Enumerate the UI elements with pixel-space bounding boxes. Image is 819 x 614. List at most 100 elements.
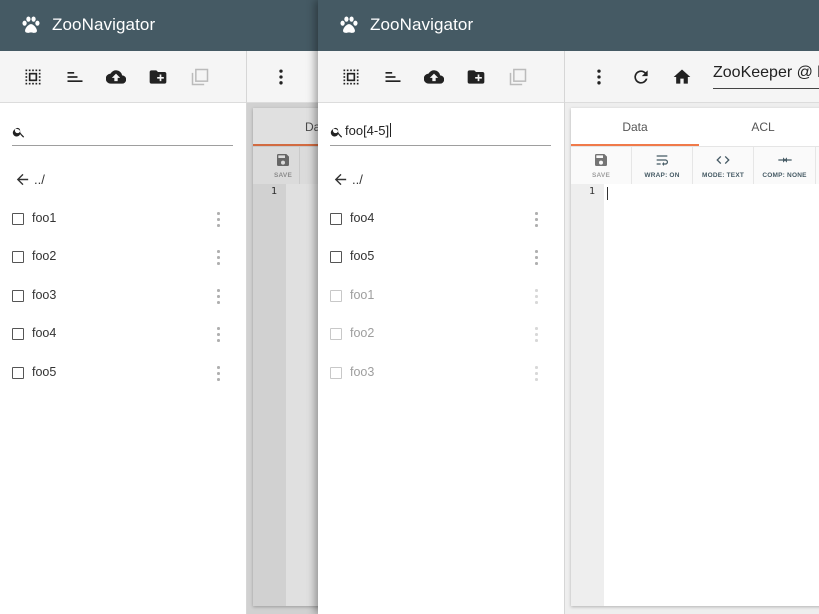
node-label[interactable]: foo4 (350, 211, 374, 225)
line-gutter: 1 (571, 184, 604, 606)
text-caret (607, 187, 608, 200)
list-item[interactable]: foo5 (330, 248, 552, 268)
list-item-filtered: foo1 (330, 287, 552, 307)
node-menu-icon[interactable] (216, 327, 220, 343)
refresh-icon (634, 70, 648, 84)
save-icon (595, 154, 607, 166)
node-label[interactable]: foo1 (32, 211, 56, 225)
node-menu-icon[interactable] (216, 212, 220, 228)
paw-icon (22, 16, 40, 33)
save-label: SAVE (591, 172, 611, 179)
node-menu-icon[interactable] (534, 212, 538, 228)
node-label[interactable]: foo5 (32, 365, 56, 379)
list-item[interactable]: foo4 (12, 325, 232, 345)
sort-button[interactable] (383, 67, 403, 87)
save-button[interactable]: SAVE (571, 147, 632, 184)
wrap-icon (656, 155, 668, 166)
more-vert-icon (279, 69, 283, 85)
app-title: ZooNavigator (52, 15, 156, 34)
checkbox[interactable] (12, 251, 24, 263)
connection-path[interactable]: ZooKeeper @ lo (713, 64, 819, 89)
sort-icon (385, 72, 401, 82)
node-label[interactable]: foo2 (32, 249, 56, 263)
list-item[interactable]: foo1 (12, 210, 232, 230)
more-button[interactable] (589, 67, 609, 87)
checkbox[interactable] (12, 213, 24, 225)
checkbox[interactable] (12, 367, 24, 379)
list-item[interactable]: foo5 (12, 364, 232, 384)
compression-button[interactable]: COMP: NONE (754, 147, 816, 184)
new-node-button[interactable] (466, 67, 486, 87)
list-item-filtered: foo2 (330, 325, 552, 345)
search-input[interactable]: foo[4-5] (345, 123, 392, 138)
checkbox (330, 367, 342, 379)
wrap-label: WRAP: ON (644, 172, 680, 179)
arrow-back-icon (334, 173, 347, 186)
new-folder-icon (467, 70, 485, 84)
comp-label: COMP: NONE (762, 172, 807, 179)
wrap-button[interactable]: WRAP: ON (632, 147, 693, 184)
sort-button[interactable] (65, 67, 85, 87)
home-button[interactable] (672, 67, 692, 87)
code-editor[interactable] (604, 184, 819, 606)
node-menu-icon[interactable] (216, 366, 220, 382)
node-sidebar: ../ foo1 foo2 foo3 foo4 foo5 (0, 103, 246, 614)
editor-shade (247, 103, 318, 614)
select-all-button[interactable] (341, 67, 361, 87)
checkbox (330, 290, 342, 302)
new-node-button[interactable] (148, 67, 168, 87)
copy-button[interactable] (508, 67, 528, 87)
select-all-button[interactable] (23, 67, 43, 87)
sidebar-toolbar (0, 51, 246, 103)
list-item[interactable]: foo3 (12, 287, 232, 307)
select-all-icon (343, 69, 359, 85)
node-menu-icon (534, 289, 538, 305)
list-item-filtered: foo3 (330, 364, 552, 384)
list-item[interactable]: foo4 (330, 210, 552, 230)
checkbox[interactable] (330, 213, 342, 225)
more-vert-icon (597, 69, 601, 85)
search-icon (330, 127, 343, 138)
node-menu-icon[interactable] (534, 250, 538, 266)
app-bar: ZooNavigator (318, 0, 819, 51)
new-folder-icon (149, 70, 167, 84)
copy-button[interactable] (190, 67, 210, 87)
upload-icon (106, 70, 126, 84)
checkbox[interactable] (12, 290, 24, 302)
search-field[interactable] (12, 123, 233, 146)
editor-toolbar: SAVE WRAP: ON MODE: TEXT COMP: NONE (571, 147, 819, 184)
node-label[interactable]: foo3 (32, 288, 56, 302)
main-toolbar: ZooKeeper @ lo (565, 51, 819, 103)
sort-icon (67, 72, 83, 82)
node-menu-icon[interactable] (216, 250, 220, 266)
tab-data[interactable]: Data (571, 108, 699, 146)
select-all-icon (25, 69, 41, 85)
app-title: ZooNavigator (370, 15, 474, 34)
node-menu-icon (534, 366, 538, 382)
list-item[interactable]: foo2 (12, 248, 232, 268)
search-field[interactable]: foo[4-5] (330, 123, 551, 146)
copy-icon (191, 68, 209, 86)
parent-label: ../ (34, 172, 45, 187)
sidebar-toolbar (318, 51, 564, 103)
node-label[interactable]: foo5 (350, 249, 374, 263)
checkbox (330, 328, 342, 340)
checkbox[interactable] (12, 328, 24, 340)
compress-icon (777, 157, 792, 163)
node-label[interactable]: foo4 (32, 326, 56, 340)
more-button[interactable] (271, 67, 291, 87)
node-menu-icon[interactable] (216, 289, 220, 305)
node-menu-icon (534, 327, 538, 343)
upload-button[interactable] (424, 67, 444, 87)
node-sidebar: foo[4-5] ../ foo4 foo5 foo1 foo2 foo3 (318, 103, 564, 614)
home-icon (673, 69, 691, 84)
node-label: foo1 (350, 288, 375, 302)
refresh-button[interactable] (631, 67, 651, 87)
checkbox[interactable] (330, 251, 342, 263)
search-icon (12, 127, 25, 138)
editor-card: Data ACL SAVE WRAP: ON MODE: TEXT COMP: … (571, 108, 819, 606)
text-caret (390, 123, 392, 137)
upload-button[interactable] (106, 67, 126, 87)
tab-acl[interactable]: ACL (699, 108, 819, 146)
mode-button[interactable]: MODE: TEXT (693, 147, 754, 184)
